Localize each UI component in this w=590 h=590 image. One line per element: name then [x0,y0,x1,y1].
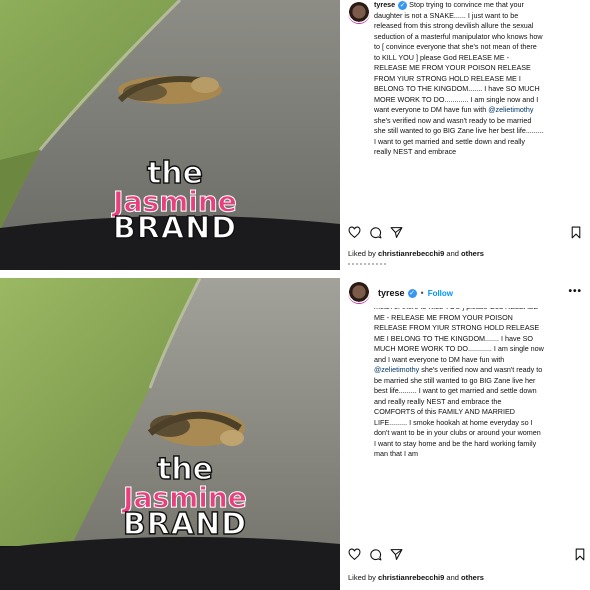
bookmark-icon[interactable] [570,226,582,239]
share-icon[interactable] [390,548,403,561]
watermark-brand: BRAND [112,211,238,247]
instagram-post: tyrese ✓ Stop trying to convince me that … [340,0,590,270]
post-caption: mean of there to KILL YOU ] please God R… [374,308,544,460]
video-frame[interactable]: the Jasmine BRAND [0,278,340,590]
more-options-icon[interactable]: ••• [568,286,582,297]
caption-text: mean of there to KILL YOU ] please God R… [374,308,544,364]
likes-others[interactable]: others [461,573,484,582]
likes-prefix: Liked by [348,573,379,582]
verified-badge-icon: ✓ [407,288,417,298]
screenshot-panel-top: the Jasmine BRAND tyrese ✓ Stop trying to… [0,0,590,270]
likes-summary[interactable]: Liked by christianrebecchi9 and others [348,573,484,582]
instagram-post: tyrese ✓ • Follow ••• mean of there to K… [340,278,590,590]
video-frame[interactable]: the Jasmine BRAND [0,0,340,270]
caption-area[interactable]: tyrese ✓ Stop trying to convince me that … [374,0,544,215]
jasmine-brand-watermark: the Jasmine BRAND [100,454,270,543]
header-separator: • [420,288,424,298]
heart-icon[interactable] [348,547,361,561]
likes-user[interactable]: christianrebecchi9 [378,573,444,582]
avatar[interactable] [348,2,370,24]
crop-edge [348,263,388,265]
caption-username[interactable]: tyrese [374,0,395,9]
avatar[interactable] [348,282,370,304]
heart-icon[interactable] [348,225,361,239]
post-actions [348,546,585,562]
share-icon[interactable] [390,226,403,239]
caption-area[interactable]: mean of there to KILL YOU ] please God R… [374,308,544,544]
likes-middle: and [444,573,461,582]
caption-text-continued: she's verified now and wasn't ready to b… [374,365,543,458]
likes-summary[interactable]: Liked by christianrebecchi9 and others [348,249,484,258]
mention-link[interactable]: @zelietimothy [374,365,419,374]
mention-link[interactable]: @zelietimothy [488,105,533,114]
bookmark-icon[interactable] [574,548,586,561]
likes-middle: and [444,249,461,258]
username-link[interactable]: tyrese [378,288,405,298]
jasmine-brand-watermark: the Jasmine BRAND [90,158,260,247]
verified-badge-icon: ✓ [398,1,408,10]
post-actions [348,224,582,240]
follow-button[interactable]: Follow [428,289,453,298]
caption-text: Stop trying to convince me that your dau… [374,0,543,114]
post-header: tyrese ✓ • Follow ••• [340,278,590,308]
comment-icon[interactable] [369,548,382,561]
likes-prefix: Liked by [348,249,379,258]
post-caption: tyrese ✓ Stop trying to convince me that … [374,0,544,158]
comment-icon[interactable] [369,226,382,239]
likes-others[interactable]: others [461,249,484,258]
road-scene-image [0,278,340,590]
screenshot-panel-bottom: the Jasmine BRAND tyrese ✓ • Follow ••• … [0,278,590,590]
watermark-brand: BRAND [122,507,248,543]
likes-user[interactable]: christianrebecchi9 [378,249,444,258]
